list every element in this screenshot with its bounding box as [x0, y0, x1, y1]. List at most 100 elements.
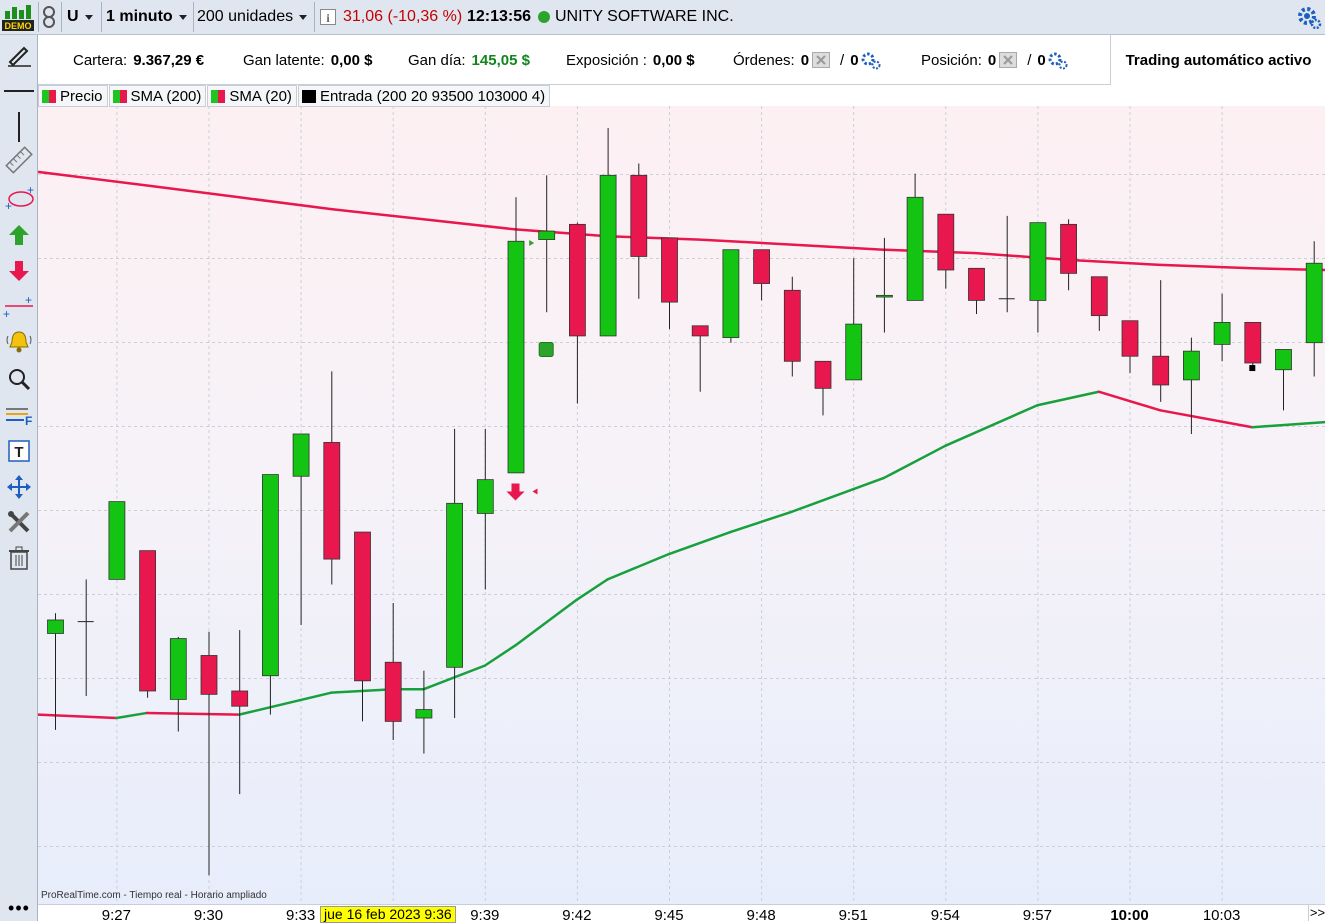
ticker-label: U — [67, 8, 79, 25]
legend-item-entrada[interactable]: Entrada (200 20 93500 103000 4) — [297, 85, 551, 107]
posicion-count-a: 0 — [987, 51, 997, 69]
candle-body — [937, 213, 955, 271]
candle-body — [630, 174, 648, 257]
units-select[interactable]: 200 unidades — [197, 0, 315, 34]
time-axis[interactable]: 9:279:309:339:369:399:429:459:489:519:54… — [38, 904, 1325, 924]
text-icon[interactable]: T — [0, 436, 38, 466]
posicion-count-b: 0 — [1037, 51, 1046, 69]
price-chart[interactable] — [0, 0, 1325, 921]
gear-icon[interactable] — [1047, 50, 1069, 70]
candle-body — [1090, 276, 1108, 317]
gear-icon[interactable] — [1296, 4, 1322, 30]
legend-item-sma20[interactable]: SMA (20) — [207, 85, 297, 107]
legend-item-precio[interactable]: Precio — [38, 85, 108, 107]
chevron-down-icon — [178, 14, 187, 20]
ordenes-field: Órdenes: 0 /0 — [733, 35, 882, 85]
demo-icon: DEMO — [2, 5, 34, 31]
arrow-up-icon[interactable] — [0, 220, 38, 250]
ellipse-icon[interactable]: + + — [0, 183, 38, 213]
legend-item-sma200[interactable]: SMA (200) — [108, 85, 207, 107]
x-tick-label: 9:48 — [746, 907, 776, 924]
horizontal-line-icon[interactable] — [0, 76, 38, 106]
sma20-segment — [145, 711, 241, 716]
info-icon[interactable]: i — [320, 0, 338, 34]
swatch-icon — [42, 89, 56, 103]
posicion-field: Posición: 0 /0 — [921, 35, 1069, 85]
candle-body — [323, 442, 341, 560]
x-tick-label: 9:30 — [193, 907, 224, 924]
candle-body — [1305, 262, 1323, 344]
candle-body — [569, 223, 586, 337]
entry-marker — [538, 341, 554, 357]
candle-body — [661, 237, 678, 303]
arrow-down-icon[interactable] — [0, 256, 38, 286]
svg-text:T: T — [14, 444, 23, 461]
vertical-line-icon[interactable] — [0, 112, 38, 142]
svg-text:+: + — [25, 294, 32, 307]
gan-latente-field: Gan latente: 0,00 $ — [243, 51, 373, 69]
svg-text:+: + — [5, 199, 12, 211]
scroll-to-end-icon[interactable]: >> — [1308, 904, 1325, 921]
candle[interactable] — [722, 249, 740, 343]
timeframe-select[interactable]: 1 minuto — [106, 0, 192, 34]
candle[interactable] — [139, 550, 157, 698]
candle-body — [753, 249, 770, 284]
candle-body — [47, 619, 64, 634]
candle-body — [108, 501, 126, 580]
candle-body — [507, 240, 525, 474]
alarm-bell-icon[interactable] — [0, 327, 38, 357]
move-icon[interactable] — [0, 472, 38, 502]
candle-body — [261, 474, 279, 677]
trash-icon[interactable] — [0, 543, 38, 573]
candle[interactable] — [108, 501, 126, 580]
auto-trading-status[interactable]: Trading automático activo — [1110, 35, 1325, 85]
cursor-date-box: jue 16 feb 2023 9:36 — [320, 906, 456, 923]
pencil-icon[interactable] — [0, 39, 38, 69]
drawing-toolbar: + + + + F T — [0, 35, 38, 921]
x-tick-label: 9:42 — [562, 907, 592, 924]
gan-dia-value: 145,05 $ — [471, 51, 530, 69]
x-tick-label: 9:39 — [470, 907, 500, 924]
link-icon[interactable] — [42, 0, 62, 34]
x-tick-label: 10:03 — [1202, 907, 1241, 924]
ticker-select[interactable]: U — [67, 0, 103, 34]
candle-body — [814, 360, 832, 389]
candle-body — [538, 230, 556, 240]
x-tick-label: 10:00 — [1110, 907, 1149, 924]
chart-background — [38, 106, 1325, 904]
exposicion-field: Exposición :0,00 $ — [566, 51, 695, 69]
candle-body — [783, 289, 801, 362]
close-position-icon[interactable] — [999, 52, 1018, 68]
entry-point-marker — [1249, 365, 1256, 372]
more-options-icon[interactable]: ••• — [0, 895, 38, 921]
candle-body — [1060, 223, 1077, 274]
swatch-icon — [301, 89, 316, 103]
svg-text:F: F — [25, 414, 32, 427]
candle-body — [968, 267, 985, 301]
candle[interactable] — [783, 276, 801, 377]
x-tick-label: 9:33 — [285, 907, 316, 924]
ordenes-count-b: 0 — [850, 51, 859, 69]
candle-body — [1029, 222, 1047, 301]
gan-dia-field: Gan día: 145,05 $ — [408, 51, 530, 69]
clock-time: 12:13:56 — [467, 8, 532, 25]
candle-body — [1183, 350, 1200, 381]
fibonacci-icon[interactable]: F — [0, 400, 38, 430]
candle-body — [845, 323, 863, 381]
close-orders-icon[interactable] — [812, 52, 831, 68]
ordenes-count-a: 0 — [800, 51, 810, 69]
magnifier-icon[interactable] — [0, 364, 38, 394]
candle[interactable] — [1244, 322, 1262, 369]
candle-body — [446, 502, 464, 668]
svg-text:+: + — [3, 307, 10, 318]
chevron-down-icon — [84, 14, 93, 20]
ruler-icon[interactable] — [0, 145, 38, 175]
settings-tools-icon[interactable] — [0, 507, 38, 537]
gear-icon[interactable] — [860, 50, 882, 70]
add-line-icon[interactable]: + + — [0, 291, 38, 321]
exposicion-value: 0,00 $ — [652, 51, 695, 69]
demo-badge[interactable]: DEMO — [2, 0, 36, 34]
svg-text:DEMO: DEMO — [5, 21, 32, 31]
candle-body — [384, 661, 402, 722]
candle-body — [691, 325, 709, 337]
